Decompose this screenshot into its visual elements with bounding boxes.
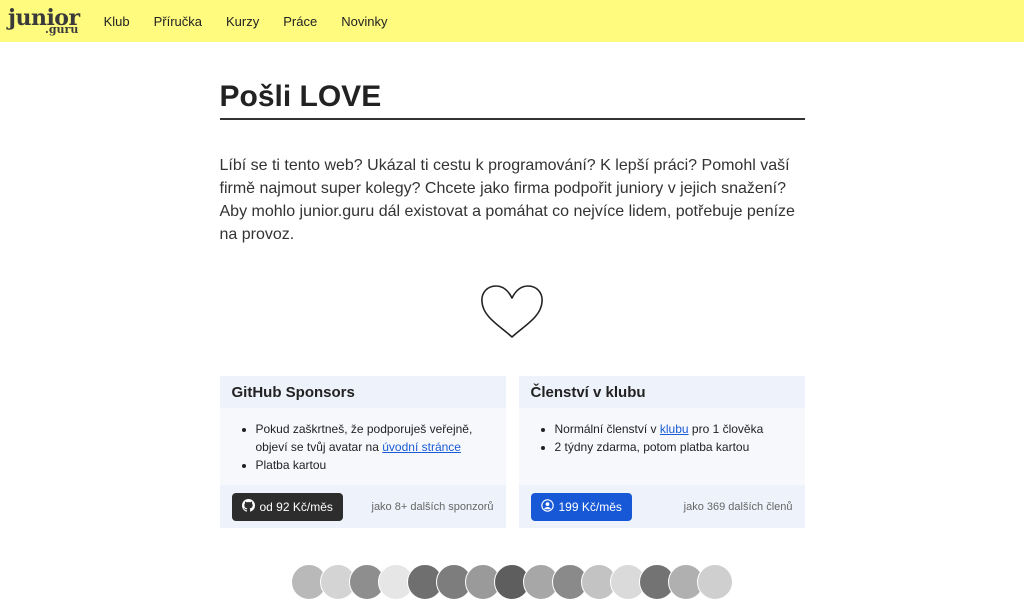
list-item: Pokud zaškrtneš, že podporuješ veřejně, … [256,420,494,456]
lead-paragraph: Líbí se ti tento web? Ukázal ti cestu k … [219,157,795,243]
nav-item-prirucka[interactable]: Příručka [142,14,214,29]
page-title: Pošli LOVE [219,80,805,120]
sponsor-avatars [220,564,805,600]
top-navigation: junior .guru Klub Příručka Kurzy Práce N… [0,0,1024,42]
button-label: 199 Kč/měs [558,499,622,514]
club-link[interactable]: klubu [660,422,689,436]
member-count: jako 369 dalších členů [683,500,793,513]
main-content: Pošli LOVE Líbí se ti tento web? Ukázal … [219,42,805,600]
github-sponsors-card: GitHub Sponsors Pokud zaškrtneš, že podp… [219,376,506,528]
list-item-text: Normální členství v [554,422,660,436]
nav-item-prace[interactable]: Práce [271,14,329,29]
benefit-list: Pokud zaškrtneš, že podporuješ veřejně, … [232,420,494,474]
site-logo[interactable]: junior .guru [8,7,80,35]
nav-item-novinky[interactable]: Novinky [329,14,399,29]
avatar[interactable] [697,564,733,600]
card-body: Pokud zaškrtneš, že podporuješ veřejně, … [220,408,506,485]
card-footer: od 92 Kč/měs jako 8+ dalších sponzorů [219,485,506,528]
heart-icon [220,284,805,340]
card-body: Normální členství v klubu pro 1 člověka … [519,408,805,485]
nav-item-kurzy[interactable]: Kurzy [214,14,271,29]
github-sponsor-button[interactable]: od 92 Kč/měs [231,492,343,521]
list-item: Platba kartou [256,456,494,474]
list-item: 2 týdny zdarma, potom platba kartou [555,438,793,456]
sponsor-count: jako 8+ dalších sponzorů [371,500,494,513]
github-icon [241,498,255,515]
list-item: Normální členství v klubu pro 1 člověka [555,420,793,438]
list-item-text: pro 1 člověka [688,422,764,436]
join-club-button[interactable]: 199 Kč/měs [530,492,632,521]
main-nav: Klub Příručka Kurzy Práce Novinky [92,14,400,29]
button-label: od 92 Kč/měs [259,499,333,514]
nav-item-klub[interactable]: Klub [92,14,142,29]
homepage-link[interactable]: úvodní stránce [382,440,461,454]
support-options: GitHub Sponsors Pokud zaškrtneš, že podp… [219,376,805,528]
benefit-list: Normální členství v klubu pro 1 člověka … [531,420,793,456]
card-title: Členství v klubu [518,376,805,408]
club-membership-card: Členství v klubu Normální členství v klu… [518,376,805,528]
user-circle-icon [540,498,554,515]
logo-sub-text: .guru [45,23,79,36]
card-title: GitHub Sponsors [219,376,506,408]
card-footer: 199 Kč/měs jako 369 dalších členů [518,485,805,528]
